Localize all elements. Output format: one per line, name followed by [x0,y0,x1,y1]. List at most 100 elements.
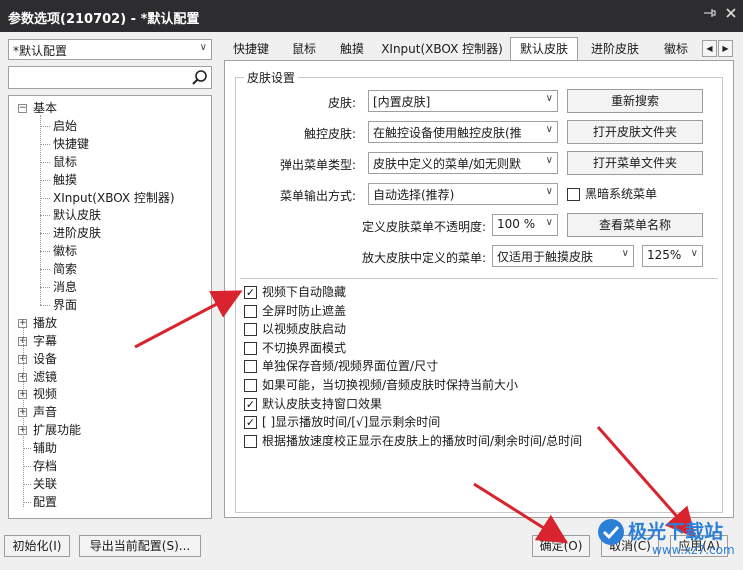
zoom-menu-dropdown[interactable]: 仅适用于触摸皮肤 ∨ [492,245,634,267]
zoom-menu-label: 放大皮肤中定义的菜单: [361,251,486,265]
close-icon[interactable] [722,6,740,24]
view-menu-names-button[interactable]: 查看菜单名称 [567,213,703,237]
search-icon[interactable] [191,69,208,86]
pin-icon[interactable] [700,6,718,24]
checked-icon[interactable]: ✓ [244,416,257,430]
tab-scroll-left-button[interactable]: ◀ [702,40,717,57]
open-menu-folder-button[interactable]: 打开菜单文件夹 [567,151,703,175]
tree-item[interactable]: 默认皮肤 [53,206,101,224]
tree-item[interactable]: 字幕 [33,332,57,350]
tree-item[interactable]: 声音 [33,403,57,421]
tree-item[interactable]: XInput(XBOX 控制器) [53,189,175,207]
tree-item[interactable]: 徽标 [53,242,77,260]
checkbox-box[interactable] [567,188,580,201]
tree-item[interactable]: 视频 [33,385,57,403]
tree-connector [40,269,50,271]
tree-item[interactable]: 简索 [53,260,77,278]
skin-dropdown[interactable]: [内置皮肤] ∨ [368,90,558,112]
tree-item-label: 视频 [33,387,58,402]
checkbox-box[interactable] [244,434,257,448]
skin-dropdown-value: [内置皮肤] [373,95,431,109]
open-skin-folder-button[interactable]: 打开皮肤文件夹 [567,120,703,144]
checkbox-box[interactable] [244,360,257,374]
profile-dropdown-value: *默认配置 [13,44,68,58]
tree-item[interactable]: 快捷键 [53,135,89,153]
tree-item-label: 播放 [33,315,58,330]
skin-settings-group: 皮肤设置 皮肤: [内置皮肤] ∨ 重新搜索 触控皮肤: 在触控设备使用触控皮肤(… [235,69,723,513]
tree-item-label: XInput(XBOX 控制器) [53,190,175,205]
chevron-down-icon: ∨ [545,155,553,166]
tab-1[interactable]: 鼠标 [280,38,328,60]
dark-system-menu-label: 黑暗系统菜单 [585,187,658,201]
checkbox-box[interactable] [244,323,257,337]
opacity-dropdown-value: 100 % [497,217,536,231]
tree-item[interactable]: 配置 [33,493,57,511]
tree-item-label: 消息 [53,280,78,294]
collapse-icon[interactable]: − [18,104,27,113]
tree-item-label: 设备 [33,351,58,366]
tree-item[interactable]: 扩展功能 [33,421,81,439]
tree-connector [40,233,50,235]
popup-menu-dropdown[interactable]: 皮肤中定义的菜单/如无则默 ∨ [368,152,558,174]
initialize-button[interactable]: 初始化(I) [4,535,70,557]
tree-item-label: 界面 [53,297,78,312]
tree-item-label: 默认皮肤 [53,208,102,223]
menu-output-dropdown[interactable]: 自动选择(推荐) ∨ [368,183,558,205]
tree-item-label: 徽标 [53,244,78,259]
tree-item[interactable]: 滤镜 [33,368,57,386]
checkbox-box[interactable] [244,341,257,355]
option-label: 以视频皮肤启动 [262,322,347,337]
menu-output-dropdown-value: 自动选择(推荐) [373,188,455,202]
tree-item[interactable]: 基本 [33,99,57,117]
chevron-down-icon: ∨ [621,248,629,259]
tab-0[interactable]: 快捷键 [224,38,278,60]
tree-item[interactable]: 存档 [33,457,57,475]
checked-icon[interactable]: ✓ [244,286,257,299]
chevron-down-icon: ∨ [545,186,553,197]
chevron-down-icon: ∨ [690,248,698,259]
search-input[interactable] [8,66,212,89]
tree-item-label: 快捷键 [53,136,90,151]
opacity-dropdown[interactable]: 100 % ∨ [492,214,558,236]
profile-dropdown[interactable]: *默认配置 ∨ [8,39,212,60]
preferences-window: 参数选项(210702) - *默认配置 *默认配置 ∨ 基本 − 启始 快捷键 鼠标触… [0,0,743,570]
export-config-button[interactable]: 导出当前配置(S)... [79,535,201,557]
tree-item[interactable]: 触摸 [53,171,77,189]
zoom-percent-dropdown[interactable]: 125% ∨ [642,245,703,267]
tab-5[interactable]: 进阶皮肤 [581,38,649,60]
tree-item-label: 扩展功能 [33,423,82,438]
tree-item[interactable]: 播放 [33,314,57,332]
separator [240,278,718,279]
tab-4[interactable]: 默认皮肤 [510,37,578,61]
tree-item[interactable]: 设备 [33,350,57,368]
checkbox-box[interactable] [244,304,257,318]
checked-icon[interactable]: ✓ [244,397,257,411]
ok-button[interactable]: 确定(O) [532,535,590,557]
tree-item[interactable]: 消息 [53,278,77,296]
tree-item[interactable]: 鼠标 [53,153,77,171]
tree-item[interactable]: 辅助 [33,439,57,457]
tree-item-label: 鼠标 [53,154,78,169]
tab-2[interactable]: 触摸 [329,38,375,60]
tree-connector [40,215,50,217]
rescan-button[interactable]: 重新搜索 [567,89,703,113]
option-label: 全屏时防止遮盖 [262,303,347,318]
tree-item[interactable]: 启始 [53,117,77,135]
tree-item[interactable]: 进阶皮肤 [53,224,101,242]
checkbox-box[interactable] [244,379,257,392]
tree-connector [23,501,31,503]
tree-connector [40,143,50,145]
option-label: 不切换界面模式 [262,340,347,355]
tab-scroll-right-button[interactable]: ▶ [718,40,733,57]
tree-item[interactable]: 界面 [53,296,77,314]
option-label: 如果可能，当切换视频/音频皮肤时保持当前大小 [262,378,519,392]
watermark-logo-icon [598,519,624,545]
tree-connector [40,125,50,127]
tab-3[interactable]: XInput(XBOX 控制器) [377,38,507,60]
touch-skin-dropdown[interactable]: 在触控设备使用触控皮肤(推 ∨ [368,121,558,143]
tree-item[interactable]: 关联 [33,475,57,493]
tree-connector [23,466,31,467]
expand-icon[interactable]: + [18,318,27,328]
touch-skin-label: 触控皮肤: [303,127,356,141]
tab-6[interactable]: 徽标 [652,38,700,60]
